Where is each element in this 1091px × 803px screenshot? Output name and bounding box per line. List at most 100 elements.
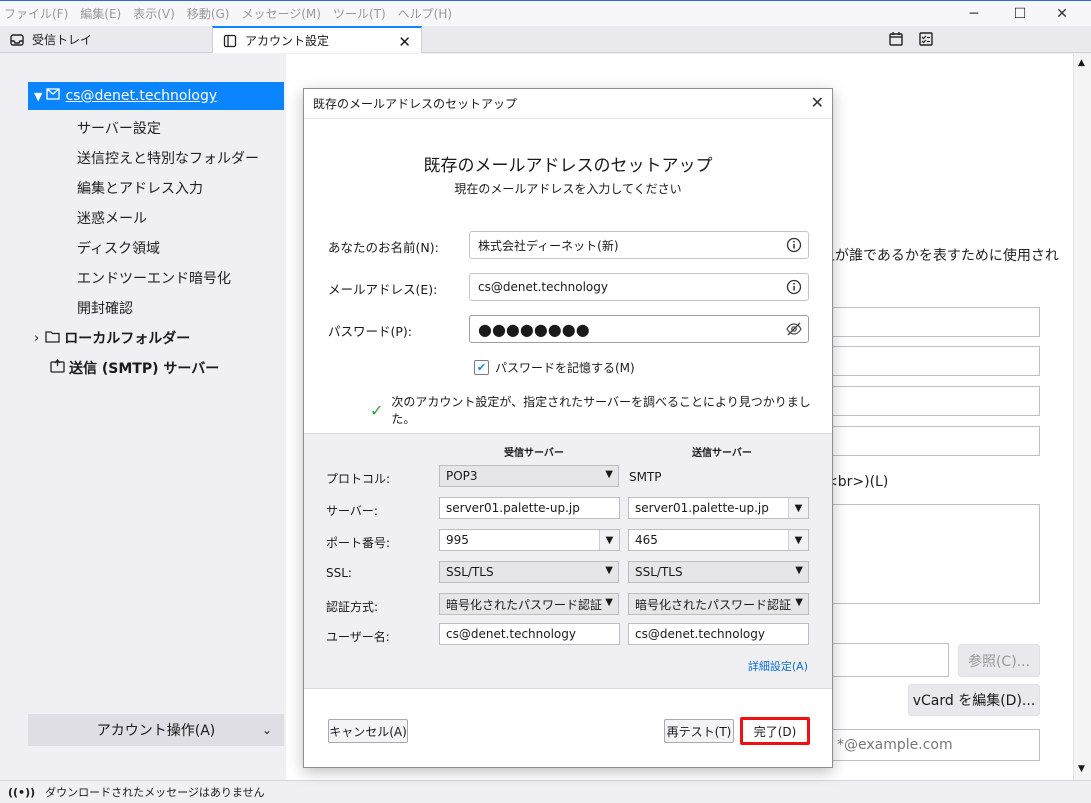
tab-account-settings[interactable]: アカウント設定 ✕	[212, 26, 422, 53]
account-sidebar: ▼ cs@denet.technology サーバー設定 送信控えと特別なフォル…	[0, 54, 286, 780]
incoming-protocol-select[interactable]: POP3 ▼	[439, 465, 619, 487]
bg-field-3[interactable]	[806, 386, 1040, 416]
incoming-server-value: server01.palette-up.jp	[446, 501, 580, 515]
sidebar-account[interactable]: ▼ cs@denet.technology	[28, 82, 284, 110]
status-text: ダウンロードされたメッセージはありません	[45, 786, 265, 799]
account-actions-button[interactable]: アカウント操作(A) ⌄	[28, 714, 284, 746]
status-bar: ((•)) ダウンロードされたメッセージはありません	[0, 780, 1091, 803]
signature-textarea[interactable]	[806, 504, 1040, 604]
menu-edit[interactable]: 編集(E)	[80, 5, 121, 22]
sidebar-local-folders[interactable]: › ローカルフォルダー	[34, 328, 190, 348]
incoming-ssl-select[interactable]: SSL/TLS ▼	[439, 561, 619, 583]
outgoing-server-value: server01.palette-up.jp	[635, 501, 769, 515]
chevron-down-icon: ⌄	[261, 723, 272, 737]
settings-book-icon	[223, 34, 237, 48]
outbox-icon	[50, 358, 65, 377]
server-settings-panel: 受信サーバー 送信サーバー プロトコル: POP3 ▼ SMTP サーバー: s…	[304, 433, 832, 689]
menu-view[interactable]: 表示(V)	[133, 5, 175, 22]
chevron-down-icon: ▼	[605, 597, 613, 608]
ssl-label: SSL:	[326, 566, 352, 580]
br-label: <br>)(L)	[826, 474, 889, 490]
sidebar-item-e2e[interactable]: エンドツーエンド暗号化	[77, 268, 231, 288]
tab-inbox[interactable]: 受信トレイ	[0, 26, 210, 53]
info-icon[interactable]	[786, 279, 802, 295]
chevron-down-icon: ▼	[605, 469, 613, 480]
advanced-settings-link[interactable]: 詳細設定(A)	[748, 658, 808, 674]
password-label: パスワード(P):	[328, 324, 413, 339]
remember-password-checkbox[interactable]: ✔ パスワードを記憶する(M)	[474, 359, 635, 376]
email-pattern-input[interactable]: *@example.com	[806, 729, 1040, 761]
sidebar-item-composition[interactable]: 編集とアドレス入力	[77, 178, 203, 198]
chevron-down-icon[interactable]: ▼	[34, 90, 42, 103]
cancel-button[interactable]: キャンセル(A)	[328, 719, 408, 743]
incoming-username-input[interactable]: cs@denet.technology	[439, 623, 620, 645]
email-input[interactable]: cs@denet.technology	[469, 273, 809, 301]
found-message-text: 次のアカウント設定が、指定されたサーバーを調べることにより見つかりました。	[391, 395, 811, 426]
menu-go[interactable]: 移動(G)	[187, 5, 230, 22]
chevron-down-icon: ▼	[795, 597, 803, 608]
chevron-down-icon[interactable]: ▼	[788, 498, 808, 518]
outgoing-username-input[interactable]: cs@denet.technology	[628, 623, 809, 645]
tab-close-icon[interactable]: ✕	[398, 33, 411, 51]
tasks-icon[interactable]	[918, 31, 934, 47]
outgoing-protocol: SMTP	[629, 470, 662, 484]
sidebar-item-receipts[interactable]: 開封確認	[77, 298, 133, 318]
sidebar-item-disk-space[interactable]: ディスク領域	[77, 238, 160, 258]
menu-help[interactable]: ヘルプ(H)	[398, 5, 452, 22]
bg-field-1[interactable]	[806, 307, 1040, 337]
outgoing-ssl-select[interactable]: SSL/TLS ▼	[628, 561, 809, 583]
incoming-server-input[interactable]: server01.palette-up.jp	[439, 497, 620, 519]
calendar-icon[interactable]	[888, 31, 904, 47]
edit-vcard-button[interactable]: vCard を編集(D)...	[908, 684, 1040, 716]
incoming-protocol-value: POP3	[446, 469, 478, 483]
scroll-down-icon[interactable]: ▼	[1078, 764, 1085, 774]
email-value: cs@denet.technology	[478, 280, 608, 294]
checkmark-icon[interactable]: ✔	[474, 360, 489, 375]
chevron-down-icon[interactable]: ▼	[788, 530, 808, 550]
password-input[interactable]: ●●●●●●●●	[469, 315, 809, 343]
menu-tools[interactable]: ツール(T)	[333, 5, 386, 22]
inbox-icon	[10, 33, 24, 47]
chevron-right-icon[interactable]: ›	[34, 331, 39, 346]
auth-label: 認証方式:	[326, 600, 379, 614]
bg-field-2[interactable]	[806, 346, 1040, 376]
incoming-ssl-value: SSL/TLS	[446, 565, 494, 579]
eye-slash-icon[interactable]	[786, 321, 802, 337]
remember-password-label: パスワードを記憶する(M)	[495, 361, 635, 375]
browse-button[interactable]: 参照(C)...	[958, 644, 1040, 677]
server-label: サーバー:	[326, 504, 378, 518]
dialog-titlebar: 既存のメールアドレスのセットアップ ✕	[304, 89, 832, 119]
incoming-server-header: 受信サーバー	[504, 448, 564, 459]
menu-file[interactable]: ファイル(F)	[4, 5, 68, 22]
outgoing-port-value: 465	[635, 533, 658, 547]
maximize-icon[interactable]: ☐	[1010, 5, 1030, 23]
info-icon[interactable]	[786, 237, 802, 253]
dialog-title: 既存のメールアドレスのセットアップ	[313, 97, 518, 111]
sidebar-item-copies-folders[interactable]: 送信控えと特別なフォルダー	[77, 148, 259, 168]
window-close-icon[interactable]: ✕	[1052, 5, 1072, 23]
done-button[interactable]: 完了(D)	[740, 717, 810, 745]
close-icon[interactable]: ✕	[811, 93, 824, 112]
vertical-scrollbar[interactable]: ▲ ▼	[1073, 54, 1091, 780]
tab-bar: 受信トレイ アカウント設定 ✕	[0, 26, 1091, 53]
sidebar-item-server-settings[interactable]: サーバー設定	[77, 118, 161, 138]
outgoing-auth-select[interactable]: 暗号化されたパスワード認証 ▼	[628, 593, 809, 615]
chevron-down-icon[interactable]: ▼	[599, 530, 619, 550]
scroll-up-icon[interactable]: ▲	[1078, 58, 1085, 68]
menu-message[interactable]: メッセージ(M)	[241, 5, 320, 22]
retest-button[interactable]: 再テスト(T)	[664, 719, 734, 743]
incoming-port-combobox[interactable]: 995 ▼	[439, 529, 620, 551]
sidebar-item-junk[interactable]: 迷惑メール	[77, 208, 147, 228]
incoming-auth-select[interactable]: 暗号化されたパスワード認証 ▼	[439, 593, 619, 615]
outgoing-port-combobox[interactable]: 465 ▼	[628, 529, 809, 551]
smtp-label: 送信 (SMTP) サーバー	[69, 361, 220, 377]
minimize-icon[interactable]: ─	[964, 5, 984, 23]
name-input[interactable]: 株式会社ディーネット(新)	[469, 231, 809, 259]
account-setup-dialog: 既存のメールアドレスのセットアップ ✕ 既存のメールアドレスのセットアップ 現在…	[303, 88, 833, 768]
identity-description: 人が誰であるかを表すために使用され	[821, 248, 1059, 264]
envelope-icon	[46, 88, 61, 104]
outgoing-server-combobox[interactable]: server01.palette-up.jp ▼	[628, 497, 809, 519]
bg-field-4[interactable]	[806, 426, 1040, 456]
sidebar-smtp[interactable]: 送信 (SMTP) サーバー	[50, 358, 219, 378]
found-message: ✓ 次のアカウント設定が、指定されたサーバーを調べることにより見つかりました。	[370, 393, 832, 427]
